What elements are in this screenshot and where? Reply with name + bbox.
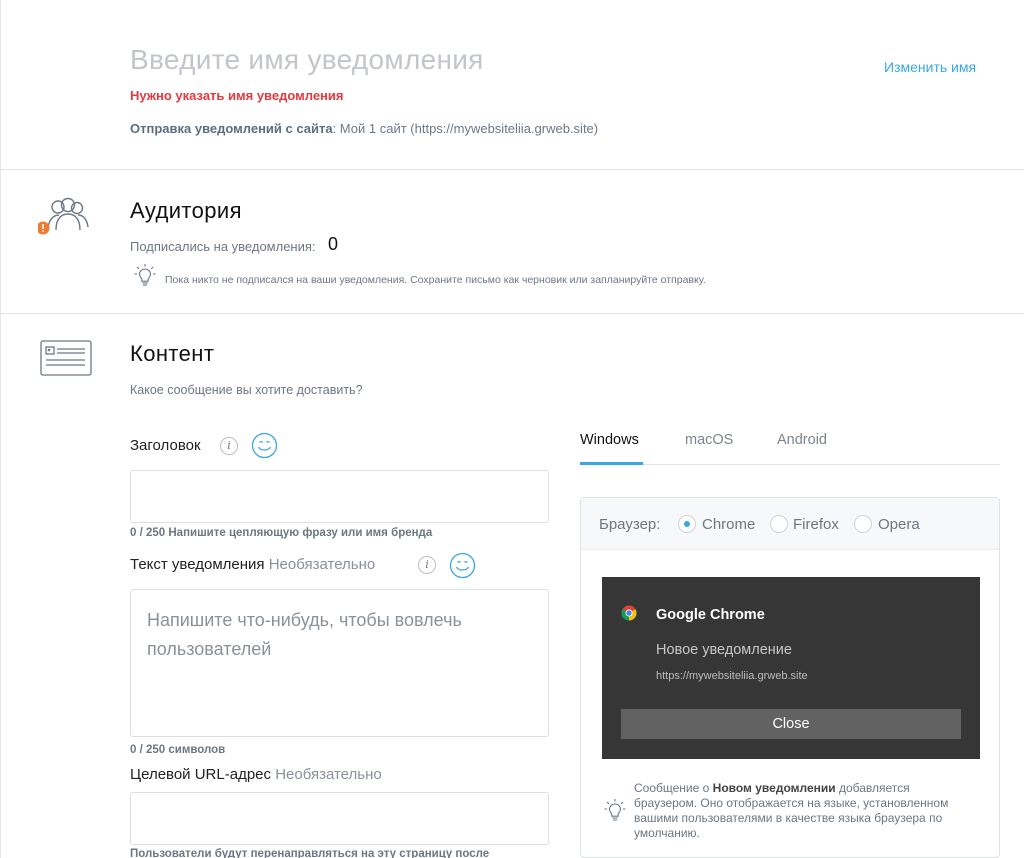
content-title: Контент — [130, 341, 215, 366]
lightbulb-icon — [134, 264, 156, 286]
audience-title: Аудитория — [130, 198, 242, 223]
subscribed-count: 0 — [328, 234, 339, 254]
info-icon[interactable]: i — [220, 437, 238, 455]
sending-from-label: Отправка уведомлений с сайта — [130, 121, 333, 136]
tab-macos[interactable]: macOS — [685, 432, 733, 448]
url-label: Целевой URL-адрес Необязательно — [130, 766, 382, 783]
headline-input[interactable] — [130, 470, 549, 523]
tab-android[interactable]: Android — [777, 432, 827, 448]
url-label-text: Целевой URL-адрес — [130, 766, 272, 783]
audience-icon — [38, 197, 89, 235]
rename-link[interactable]: Изменить имя — [884, 59, 976, 75]
url-optional: Необязательно — [275, 766, 382, 783]
subscribed-label: Подписались на уведомления: — [130, 239, 316, 254]
content-icon — [40, 340, 92, 376]
radio-chrome-label[interactable]: Chrome — [702, 516, 755, 533]
lightbulb-icon — [604, 799, 626, 821]
sending-from-info: Отправка уведомлений с сайта: Мой 1 сайт… — [130, 121, 598, 136]
info-icon[interactable]: i — [418, 556, 436, 574]
notification-preview-panel: Браузер: Chrome Firefox Opera Google Chr… — [580, 497, 1000, 858]
emoji-picker-icon[interactable] — [251, 432, 278, 459]
body-textarea[interactable]: Напишите что-нибудь, чтобы вовлечь польз… — [130, 589, 549, 737]
radio-opera-label[interactable]: Opera — [878, 516, 920, 533]
body-placeholder: Напишите что-нибудь, чтобы вовлечь польз… — [147, 610, 462, 659]
preview-note-prefix: Сообщение о — [634, 781, 713, 795]
preview-note: Сообщение о Новом уведомлении добавляетс… — [634, 781, 974, 841]
radio-firefox-label[interactable]: Firefox — [793, 516, 839, 533]
url-input[interactable] — [130, 792, 549, 845]
active-tab-indicator — [580, 462, 643, 465]
audience-hint: Пока никто не подписался на ваши уведомл… — [165, 274, 706, 286]
url-hint: Пользователи будут перенаправляться на э… — [130, 848, 490, 858]
notification-mockup: Google Chrome Новое уведомление https://… — [602, 577, 980, 759]
body-label: Текст уведомления Необязательно — [130, 556, 375, 573]
sending-from-value: : Мой 1 сайт (https://mywebsiteliia.grwe… — [332, 121, 599, 136]
preview-note-bold: Новом уведомлении — [712, 781, 836, 795]
chrome-logo-icon — [621, 605, 637, 621]
browser-selector: Браузер: Chrome Firefox Opera — [581, 498, 999, 550]
name-error-message: Нужно указать имя уведомления — [130, 88, 344, 103]
name-section: Введите имя уведомления Изменить имя Нуж… — [0, 0, 1024, 170]
radio-chrome[interactable] — [678, 515, 696, 533]
headline-label: Заголовок — [130, 437, 201, 454]
audience-section: Аудитория Подписались на уведомления: 0 … — [0, 170, 1024, 314]
radio-opera[interactable] — [854, 515, 872, 533]
notification-url: https://mywebsiteliia.grweb.site — [656, 670, 808, 682]
notification-title: Новое уведомление — [656, 642, 792, 658]
body-counter: 0 / 250 символов — [130, 744, 226, 756]
browser-label: Браузер: — [599, 516, 661, 533]
body-label-text: Текст уведомления — [130, 556, 265, 573]
notification-name-input[interactable]: Введите имя уведомления — [130, 44, 484, 76]
os-tabs: Windows macOS Android — [580, 425, 1000, 465]
radio-firefox[interactable] — [770, 515, 788, 533]
content-subtitle: Какое сообщение вы хотите доставить? — [130, 383, 363, 397]
emoji-picker-icon[interactable] — [449, 552, 476, 579]
notification-app-name: Google Chrome — [656, 607, 765, 623]
notification-close-button[interactable]: Close — [621, 709, 961, 739]
tab-windows[interactable]: Windows — [580, 432, 639, 448]
body-optional: Необязательно — [268, 556, 376, 573]
headline-counter: 0 / 250 Напишите цепляющую фразу или имя… — [130, 527, 433, 539]
